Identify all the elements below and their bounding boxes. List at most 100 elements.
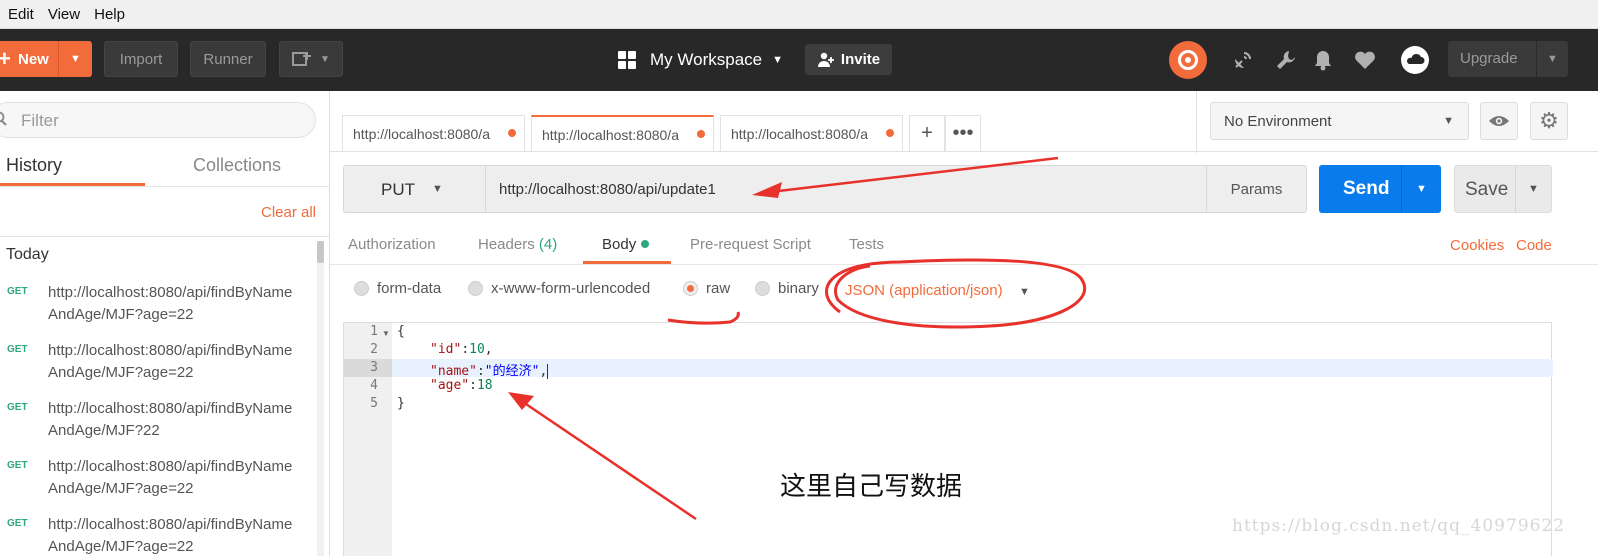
send-button[interactable]: Send ▼ [1319, 165, 1441, 213]
chevron-down-icon: ▼ [772, 54, 783, 66]
unsaved-dot [697, 130, 705, 138]
sidebar-scrollbar[interactable] [317, 241, 324, 556]
clear-all-link[interactable]: Clear all [261, 204, 316, 221]
request-tab-title: http://localhost:8080/a [731, 126, 868, 142]
divider [1196, 91, 1197, 153]
runner-button[interactable]: Runner [190, 41, 266, 77]
chevron-down-icon[interactable]: ▼ [1536, 41, 1568, 77]
environment-settings-button[interactable]: ⚙ [1530, 102, 1568, 140]
method-badge: GET [7, 518, 28, 529]
import-button[interactable]: Import [104, 41, 178, 77]
radio-circle [755, 281, 770, 296]
new-dropdown-caret[interactable]: ▼ [58, 41, 92, 77]
bell-icon[interactable] [1310, 47, 1336, 73]
history-item[interactable]: GET http://localhost:8080/api/findByName… [0, 456, 320, 506]
line-number: 4 [370, 378, 378, 393]
radio-label: raw [706, 280, 731, 297]
menu-view[interactable]: View [48, 6, 80, 23]
line-number: 3 [370, 360, 378, 375]
environment-quick-look-button[interactable] [1480, 102, 1518, 140]
menu-help[interactable]: Help [94, 6, 125, 23]
heart-icon[interactable] [1352, 47, 1378, 73]
more-icon: ••• [952, 122, 974, 144]
url-input[interactable]: http://localhost:8080/api/update1 [485, 165, 1207, 213]
line-number: 5 [370, 396, 378, 411]
menu-edit[interactable]: Edit [8, 6, 34, 23]
tab-tests[interactable]: Tests [849, 236, 884, 253]
chevron-down-icon[interactable]: ▼ [1401, 165, 1441, 213]
unsaved-dot [886, 129, 894, 137]
method-value: PUT [381, 180, 415, 199]
json-value: "的经济" [484, 364, 540, 379]
radio-circle [354, 281, 369, 296]
workspace-switcher[interactable]: My Workspace ▼ [618, 47, 783, 73]
plus-icon: + [921, 122, 933, 144]
new-window-button[interactable]: ▼ [279, 41, 343, 77]
code-line-2: "id":10, [430, 342, 493, 357]
url-value: http://localhost:8080/api/update1 [499, 181, 716, 198]
history-item[interactable]: GET http://localhost:8080/api/findByName… [0, 282, 320, 332]
method-badge: GET [7, 344, 28, 355]
history-item[interactable]: GET http://localhost:8080/api/findByName… [0, 514, 320, 556]
history-item[interactable]: GET http://localhost:8080/api/findByName… [0, 340, 320, 390]
chevron-down-icon[interactable]: ▼ [1019, 286, 1030, 298]
chevron-down-icon[interactable]: ▼ [1515, 166, 1551, 212]
radio-raw[interactable]: raw [683, 280, 730, 297]
new-button-label: New [18, 50, 49, 68]
save-button[interactable]: Save ▼ [1454, 165, 1552, 213]
scrollbar-thumb[interactable] [317, 241, 324, 263]
eye-icon [1489, 116, 1509, 126]
upgrade-button[interactable]: Upgrade ▼ [1448, 41, 1568, 77]
request-tab[interactable]: http://localhost:8080/a [720, 115, 903, 151]
environment-select[interactable]: No Environment ▼ [1210, 102, 1469, 140]
tab-collections[interactable]: Collections [193, 155, 281, 176]
content-type-select[interactable]: JSON (application/json) [845, 282, 1003, 299]
radio-form-data[interactable]: form-data [354, 280, 441, 297]
cookies-link[interactable]: Cookies [1450, 237, 1504, 254]
cloud-icon[interactable] [1400, 46, 1430, 74]
method-badge: GET [7, 286, 28, 297]
grid-icon [618, 51, 636, 69]
request-tab-title: http://localhost:8080/a [353, 126, 490, 142]
invite-button[interactable]: Invite [805, 44, 892, 75]
line-number: 2 [370, 342, 378, 357]
radio-binary[interactable]: binary [755, 280, 819, 297]
history-url: http://localhost:8080/api/findByNameAndA… [48, 284, 293, 323]
tab-authorization[interactable]: Authorization [348, 236, 436, 253]
json-key: "id" [430, 342, 462, 357]
filter-input[interactable]: Filter [0, 102, 316, 138]
request-tab[interactable]: http://localhost:8080/a [342, 115, 525, 151]
filter-placeholder: Filter [21, 111, 59, 130]
sync-icon[interactable] [1169, 41, 1207, 79]
chevron-down-icon: ▼ [432, 183, 443, 195]
line-number: 1 [370, 324, 378, 339]
code-line-1: { [397, 324, 405, 339]
json-key: "age" [430, 378, 470, 393]
wrench-icon[interactable] [1273, 47, 1299, 73]
tab-options-button[interactable]: ••• [945, 115, 981, 151]
request-tab-active[interactable]: http://localhost:8080/a [531, 115, 714, 151]
history-url: http://localhost:8080/api/findByNameAndA… [48, 400, 293, 439]
method-select[interactable]: PUT ▼ [343, 165, 487, 213]
satellite-icon[interactable] [1230, 47, 1256, 73]
sidebar: Filter History Collections Clear all Tod… [0, 91, 330, 556]
annotation-text: 这里自己写数据 [780, 472, 963, 502]
code-link[interactable]: Code [1516, 237, 1552, 254]
add-window-icon [292, 52, 312, 66]
tab-history[interactable]: History [6, 155, 62, 176]
divider [330, 264, 1598, 265]
history-url: http://localhost:8080/api/findByNameAndA… [48, 516, 293, 555]
radio-urlencoded[interactable]: x-www-form-urlencoded [468, 280, 650, 297]
search-icon [0, 111, 9, 132]
fold-icon[interactable]: ▼ [382, 329, 390, 338]
params-button[interactable]: Params [1206, 165, 1307, 213]
tab-headers[interactable]: Headers (4) [478, 236, 557, 253]
history-item[interactable]: GET http://localhost:8080/api/findByName… [0, 398, 320, 448]
divider [0, 186, 329, 187]
add-tab-button[interactable]: + [909, 115, 945, 151]
request-tab-title: http://localhost:8080/a [542, 127, 679, 143]
tab-prerequest-script[interactable]: Pre-request Script [690, 236, 811, 253]
new-button[interactable]: + New ▼ [0, 41, 92, 77]
history-group-today: Today [6, 246, 49, 263]
tab-body[interactable]: Body [602, 236, 650, 253]
